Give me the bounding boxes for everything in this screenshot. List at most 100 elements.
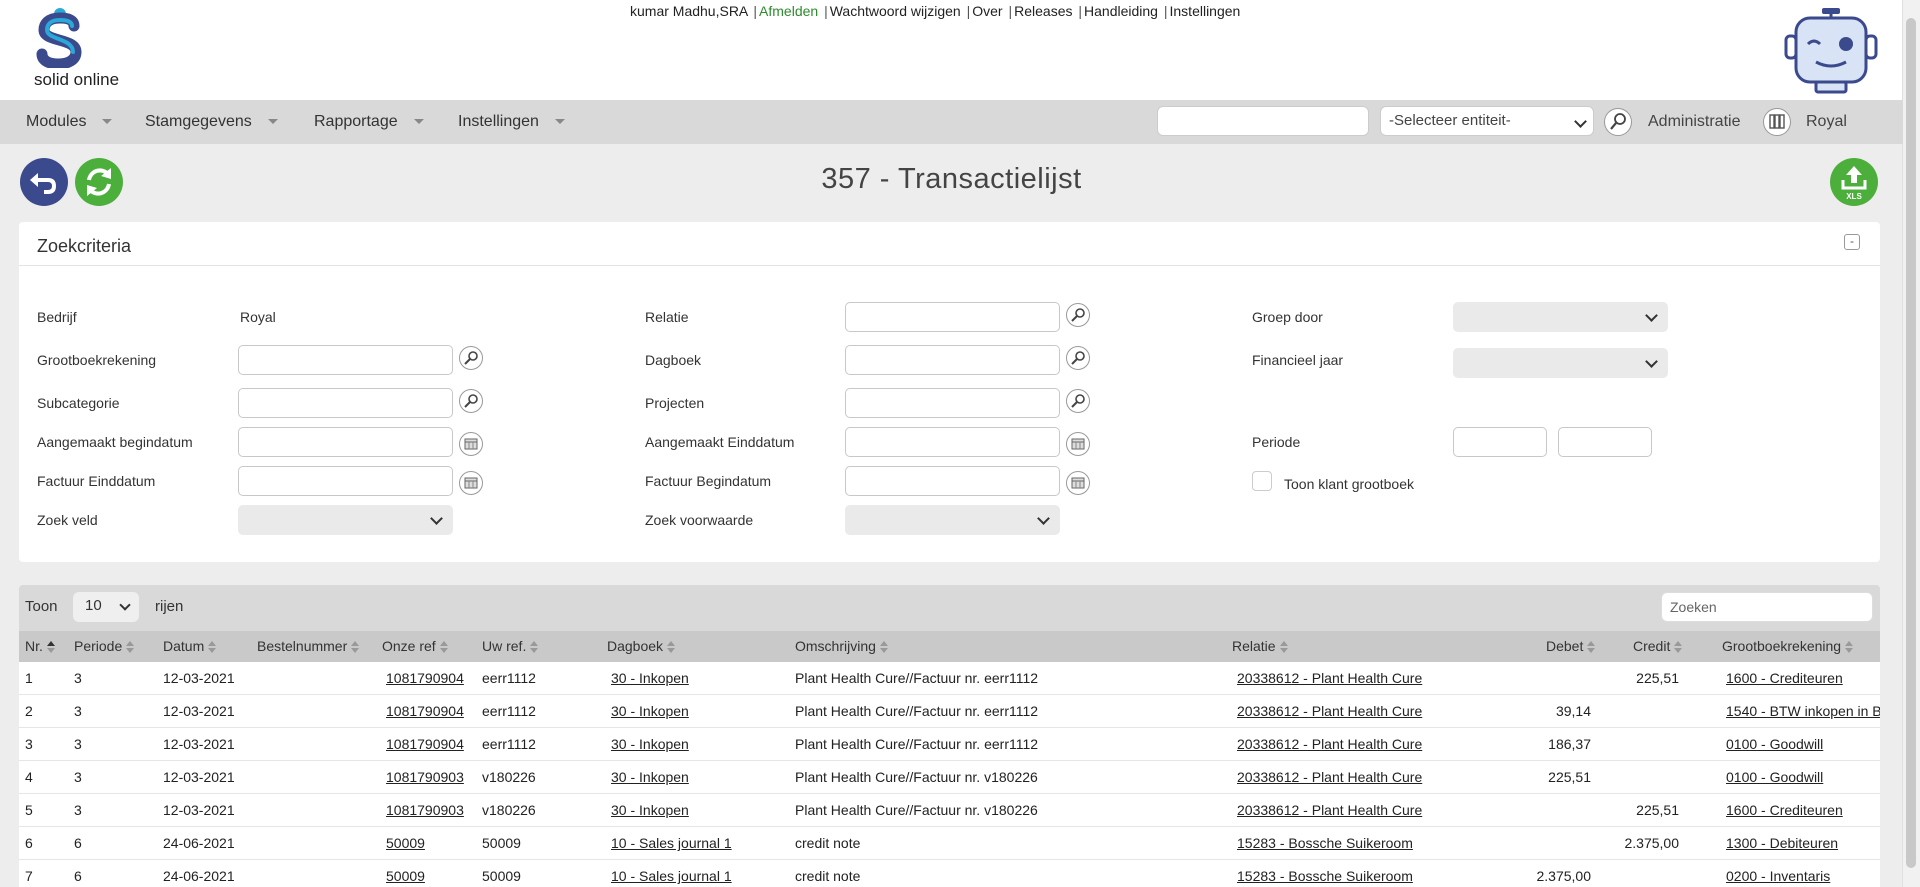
periode-to-input[interactable]	[1558, 427, 1652, 457]
link-onze-ref[interactable]: 1081790903	[386, 802, 464, 818]
table-row[interactable]: 6 6 24-06-2021 50009 50009 10 - Sales journal…	[19, 827, 1880, 860]
menu-stamgegevens[interactable]: Stamgegevens	[145, 100, 278, 144]
releases-link[interactable]: Releases	[1014, 3, 1072, 19]
col-debet[interactable]: Debet	[1546, 631, 1596, 662]
about-link[interactable]: Over	[972, 3, 1002, 19]
col-grootboekrekening[interactable]: Grootboekrekening	[1722, 631, 1854, 662]
grootboek-input[interactable]	[238, 345, 453, 375]
link-relatie[interactable]: 20338612 - Plant Health Cure	[1237, 802, 1422, 818]
settings-link[interactable]: Instellingen	[1170, 3, 1241, 19]
link-dagboek[interactable]: 30 - Inkopen	[611, 769, 689, 785]
table-row[interactable]: 1 3 12-03-2021 1081790904 eerr1112 30 - Inkop…	[19, 662, 1880, 695]
dagboek-input[interactable]	[845, 345, 1060, 375]
table-row[interactable]: 3 3 12-03-2021 1081790904 eerr1112 30 - Inkop…	[19, 728, 1880, 761]
table-row[interactable]: 7 6 24-06-2021 50009 50009 10 - Sales journal…	[19, 860, 1880, 887]
table-row[interactable]: 4 3 12-03-2021 1081790903 v180226 30 - Inkope…	[19, 761, 1880, 794]
projecten-input[interactable]	[845, 388, 1060, 418]
link-grootboek[interactable]: 1300 - Debiteuren	[1726, 835, 1838, 851]
link-onze-ref[interactable]: 1081790904	[386, 670, 464, 686]
export-xls-button[interactable]: XLS	[1830, 158, 1878, 206]
link-onze-ref[interactable]: 50009	[386, 835, 425, 851]
link-onze-ref[interactable]: 50009	[386, 868, 425, 884]
cell-periode: 3	[74, 802, 82, 818]
table-search-input[interactable]: Zoeken	[1661, 592, 1873, 622]
col-onze-ref[interactable]: Onze ref	[382, 631, 448, 662]
table-row[interactable]: 2 3 12-03-2021 1081790904 eerr1112 30 - Inkop…	[19, 695, 1880, 728]
company-label[interactable]: Royal	[1806, 100, 1847, 144]
zoek-veld-select[interactable]	[238, 505, 453, 535]
link-relatie[interactable]: 20338612 - Plant Health Cure	[1237, 736, 1422, 752]
link-dagboek[interactable]: 10 - Sales journal 1	[611, 868, 732, 884]
aangemaakt-einddatum-input[interactable]	[845, 427, 1060, 457]
link-relatie[interactable]: 15283 - Bossche Suikeroom	[1237, 868, 1413, 884]
link-onze-ref[interactable]: 1081790904	[386, 703, 464, 719]
calendar-icon[interactable]	[459, 432, 483, 456]
cell-grootboek: 1540 - BTW inkopen in B	[1726, 695, 1880, 728]
link-dagboek[interactable]: 30 - Inkopen	[611, 703, 689, 719]
col-uw-ref[interactable]: Uw ref.	[482, 631, 539, 662]
zoek-voorwaarde-select[interactable]	[845, 505, 1060, 535]
table-row[interactable]: 5 3 12-03-2021 1081790903 v180226 30 - Inkope…	[19, 794, 1880, 827]
search-icon[interactable]	[1066, 389, 1090, 413]
col-datum[interactable]: Datum	[163, 631, 217, 662]
administratie-label[interactable]: Administratie	[1648, 100, 1740, 144]
relatie-input[interactable]	[845, 302, 1060, 332]
entity-select[interactable]: -Selecteer entiteit-	[1380, 106, 1594, 136]
menu-modules[interactable]: Modules	[26, 100, 113, 144]
solid-online-logo[interactable]: solid online	[30, 8, 140, 92]
link-grootboek[interactable]: 0200 - Inventaris	[1726, 868, 1830, 884]
link-dagboek[interactable]: 10 - Sales journal 1	[611, 835, 732, 851]
factuur-einddatum-label: Factuur Einddatum	[37, 473, 156, 489]
collapse-button[interactable]: -	[1844, 234, 1860, 250]
page-scrollbar[interactable]	[1902, 0, 1920, 887]
calendar-icon[interactable]	[1066, 471, 1090, 495]
link-grootboek[interactable]: 0100 - Goodwill	[1726, 736, 1823, 752]
link-grootboek[interactable]: 0100 - Goodwill	[1726, 769, 1823, 785]
link-grootboek[interactable]: 1600 - Crediteuren	[1726, 802, 1843, 818]
col-nr[interactable]: Nr.	[25, 631, 55, 662]
administration-binders-icon[interactable]	[1763, 108, 1791, 136]
search-icon[interactable]	[1066, 346, 1090, 370]
link-grootboek[interactable]: 1600 - Crediteuren	[1726, 670, 1843, 686]
link-dagboek[interactable]: 30 - Inkopen	[611, 802, 689, 818]
change-password-link[interactable]: Wachtwoord wijzigen	[830, 3, 961, 19]
col-bestelnummer[interactable]: Bestelnummer	[257, 631, 360, 662]
link-relatie[interactable]: 20338612 - Plant Health Cure	[1237, 769, 1422, 785]
menu-instellingen[interactable]: Instellingen	[458, 100, 565, 144]
link-grootboek[interactable]: 1540 - BTW inkopen in B	[1726, 703, 1880, 719]
aangemaakt-begindatum-input[interactable]	[238, 427, 453, 457]
groep-door-select[interactable]	[1453, 302, 1668, 332]
search-icon[interactable]	[1066, 303, 1090, 327]
financieel-jaar-select[interactable]	[1453, 348, 1668, 378]
search-icon[interactable]	[459, 346, 483, 370]
cell-credit: 2.375,00	[1624, 835, 1680, 851]
calendar-icon[interactable]	[1066, 432, 1090, 456]
link-onze-ref[interactable]: 1081790904	[386, 736, 464, 752]
quick-search-input[interactable]	[1157, 106, 1369, 136]
col-relatie[interactable]: Relatie	[1232, 631, 1288, 662]
factuur-begindatum-input[interactable]	[845, 466, 1060, 496]
periode-from-input[interactable]	[1453, 427, 1547, 457]
link-dagboek[interactable]: 30 - Inkopen	[611, 736, 689, 752]
link-dagboek[interactable]: 30 - Inkopen	[611, 670, 689, 686]
search-icon[interactable]	[459, 389, 483, 413]
cell-uw-ref: v180226	[482, 769, 536, 785]
toon-klant-grootboek-checkbox[interactable]	[1252, 471, 1272, 491]
factuur-einddatum-input[interactable]	[238, 466, 453, 496]
col-omschrijving[interactable]: Omschrijving	[795, 631, 888, 662]
link-relatie[interactable]: 15283 - Bossche Suikeroom	[1237, 835, 1413, 851]
rows-per-page-select[interactable]: 10	[73, 592, 139, 622]
subcategorie-input[interactable]	[238, 388, 453, 418]
col-dagboek[interactable]: Dagboek	[607, 631, 676, 662]
link-onze-ref[interactable]: 1081790903	[386, 769, 464, 785]
link-relatie[interactable]: 20338612 - Plant Health Cure	[1237, 670, 1422, 686]
logout-link[interactable]: Afmelden	[759, 3, 818, 19]
manual-link[interactable]: Handleiding	[1084, 3, 1158, 19]
menu-rapportage[interactable]: Rapportage	[314, 100, 424, 144]
search-icon[interactable]	[1604, 108, 1632, 136]
col-periode[interactable]: Periode	[74, 631, 135, 662]
calendar-icon[interactable]	[459, 471, 483, 495]
link-relatie[interactable]: 20338612 - Plant Health Cure	[1237, 703, 1422, 719]
robot-assistant-icon[interactable]	[1782, 8, 1880, 94]
col-credit[interactable]: Credit	[1633, 631, 1683, 662]
